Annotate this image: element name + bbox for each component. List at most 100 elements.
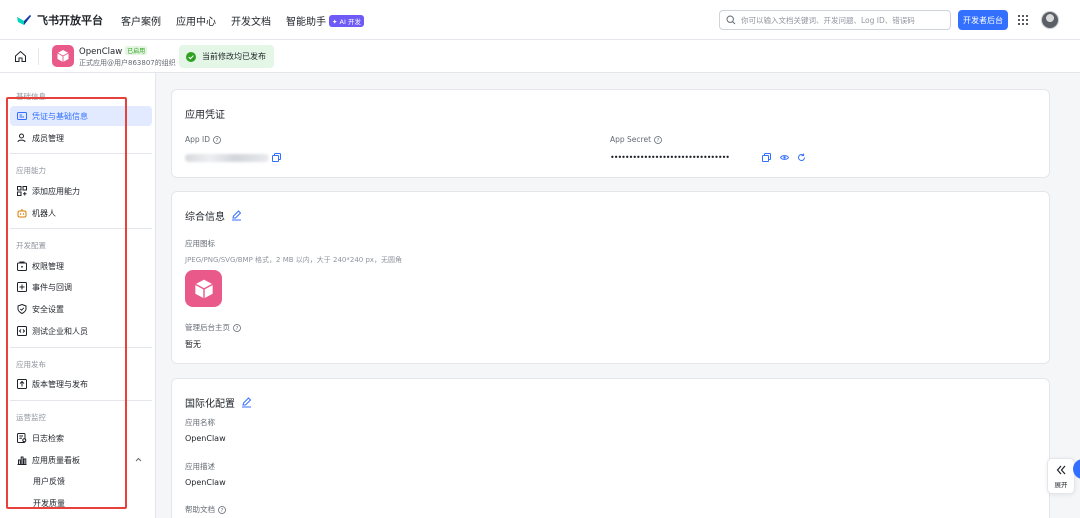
cube-icon [194,279,213,298]
help-icon[interactable]: ? [233,323,241,332]
copy-icon[interactable] [272,153,281,162]
app-header: OpenClaw 已启用 正式应用@用户863807的组织 当前修改均已发布 [0,40,1080,73]
eye-icon[interactable] [780,153,789,162]
section-basic-info: 基础信息 [16,92,46,101]
divider [10,400,152,401]
i18n-title-text: 国际化配置 [185,399,235,410]
ai-dev-badge: ✦ AI 开发 [329,14,364,27]
sidebar-item-events[interactable]: 事件与回调 [10,277,152,297]
section-app-release: 应用发布 [16,360,46,369]
brand-logo[interactable]: 飞书开放平台 [16,12,103,28]
sidebar-item-bot[interactable]: 机器人 [10,203,152,223]
sidebar-item-label: 用户反馈 [33,476,65,486]
sidebar-item-label: 机器人 [32,208,56,218]
expand-label: 展开 [1054,480,1068,489]
i18n-title: 国际化配置 [185,395,252,410]
publish-status-text: 当前修改均已发布 [202,52,266,61]
robot-icon [17,209,27,218]
help-icon[interactable]: ? [213,135,221,144]
homepage-value: 暂无 [185,340,201,349]
code-box-icon [17,326,27,336]
sidebar-item-label: 应用质量看板 [32,455,80,465]
sidebar-item-label: 版本管理与发布 [32,379,88,389]
app-desc-label: 应用描述 [185,462,215,471]
sidebar-item-label: 添加应用能力 [32,186,80,196]
section-dev-config: 开发配置 [16,241,46,250]
credentials-title-text: 应用凭证 [185,110,225,121]
sidebar-item-security[interactable]: 安全设置 [10,299,152,319]
search-input[interactable]: 你可以输入文档关键词、开发问题、Log ID、错误码 [719,10,951,30]
sidebar-item-add-capability[interactable]: 添加应用能力 [10,181,152,201]
edit-icon[interactable] [231,210,242,221]
developer-console-button[interactable]: 开发者后台 [958,10,1008,30]
general-title: 综合信息 [185,208,242,223]
divider [10,228,152,229]
app-secret-value: •••••••••••••••••••••••••••••••• [610,153,730,162]
svg-text:?: ? [216,138,219,144]
log-icon [17,433,27,443]
brand-name: 飞书开放平台 [37,14,103,27]
chevron-up-icon[interactable] [135,456,142,463]
feishu-logo-icon [17,15,31,25]
general-info-card: 综合信息 应用图标 JPEG/PNG/SVG/BMP 格式，2 MB 以内，大于… [171,191,1050,364]
credentials-card: 应用凭证 App ID ? App Secret ? •••••••••••••… [171,89,1050,178]
divider [10,347,152,348]
nav-app-center[interactable]: 应用中心 [176,13,216,28]
sidebar-item-test-org[interactable]: 测试企业和人员 [10,321,152,341]
refresh-icon[interactable] [797,153,806,162]
nav-customer-cases[interactable]: 客户案例 [121,13,161,28]
double-chevron-left-icon [1056,465,1066,474]
sidebar: 基础信息 凭证与基础信息 成员管理 应用能力 添加应用能力 机器人 开发配置 权… [0,73,156,518]
svg-text:?: ? [236,326,239,332]
app-id-value-masked [185,154,269,162]
sidebar-item-permissions[interactable]: 权限管理 [10,256,152,276]
app-grid-icon[interactable] [1017,14,1029,26]
nav-ai-assistant[interactable]: 智能助手 [286,13,326,28]
bar-chart-icon [17,456,27,465]
app-icon [52,45,74,67]
sidebar-item-versions[interactable]: 版本管理与发布 [10,374,152,394]
sidebar-item-credentials[interactable]: 凭证与基础信息 [10,106,152,126]
search-icon [726,15,736,25]
sidebar-item-user-feedback[interactable]: 用户反馈 [10,471,152,491]
i18n-card: 国际化配置 应用名称 OpenClaw 应用描述 OpenClaw 帮助文档 ? [171,378,1050,518]
sidebar-item-members[interactable]: 成员管理 [10,128,152,148]
help-doc-label-text: 帮助文档 [185,505,215,514]
upload-box-icon [17,379,27,389]
help-doc-label: 帮助文档 ? [185,504,226,515]
divider [10,153,152,154]
sidebar-item-log-search[interactable]: 日志检索 [10,428,152,448]
app-desc-value: OpenClaw [185,478,226,487]
expand-panel-button[interactable]: 展开 [1047,458,1075,494]
home-icon[interactable] [14,50,27,63]
help-icon[interactable]: ? [218,505,226,514]
sidebar-item-label: 日志检索 [32,433,64,443]
nav-dev-docs[interactable]: 开发文档 [231,13,271,28]
homepage-label-text: 管理后台主页 [185,323,230,332]
sidebar-item-label: 权限管理 [32,261,64,271]
svg-text:?: ? [657,138,660,144]
edit-icon[interactable] [241,397,252,408]
cube-icon [57,50,69,62]
app-icon-hint: JPEG/PNG/SVG/BMP 格式，2 MB 以内，大于 240*240 p… [185,256,403,264]
sidebar-item-label: 测试企业和人员 [32,326,88,336]
general-title-text: 综合信息 [185,212,225,223]
app-secret-label: App Secret ? [610,135,662,144]
copy-icon[interactable] [762,153,771,162]
credentials-title: 应用凭证 [185,106,225,121]
section-ops-monitoring: 运营监控 [16,413,46,422]
app-name-label: 应用名称 [185,418,215,427]
sidebar-item-dev-quality[interactable]: 开发质量 [10,493,152,513]
app-name-text: OpenClaw [79,47,123,57]
homepage-label: 管理后台主页 ? [185,322,241,333]
top-navbar: 飞书开放平台 客户案例 应用中心 开发文档 智能助手 ✦ AI 开发 你可以输入… [0,0,1080,40]
apps-add-icon [17,186,27,196]
user-avatar[interactable] [1041,11,1059,29]
sidebar-item-label: 安全设置 [32,304,64,314]
check-circle-icon [186,51,196,62]
app-secret-label-text: App Secret [610,135,652,144]
app-id-label-text: App ID [185,135,211,144]
sidebar-item-quality-board[interactable]: 应用质量看板 [10,450,152,470]
app-icon-preview[interactable] [185,270,222,307]
help-icon[interactable]: ? [654,135,662,144]
